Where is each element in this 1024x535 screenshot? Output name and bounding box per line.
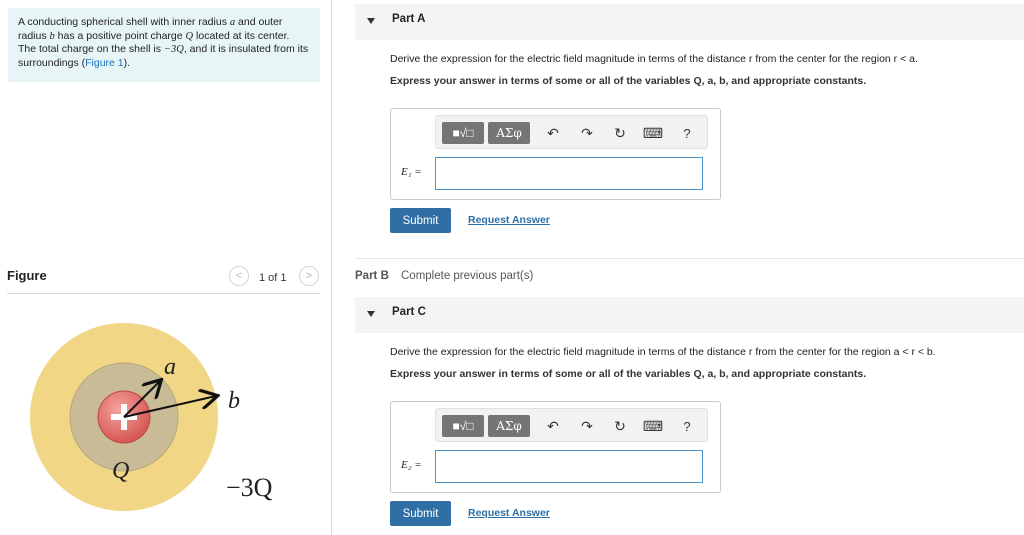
problem-text-1: A conducting spherical shell with inner … xyxy=(18,16,230,28)
redo-icon[interactable]: ↷ xyxy=(576,415,598,437)
help-icon[interactable]: ? xyxy=(676,122,698,144)
undo-icon[interactable]: ↶ xyxy=(542,122,564,144)
figure-header: Figure < 1 of 1 > xyxy=(7,264,320,294)
reset-icon[interactable]: ↻ xyxy=(609,415,631,437)
undo-icon[interactable]: ↶ xyxy=(542,415,564,437)
problem-text-6: ). xyxy=(123,56,131,69)
keyboard-icon[interactable]: ⌨ xyxy=(642,122,664,144)
column-divider xyxy=(331,0,332,535)
figure-link[interactable]: Figure 1 xyxy=(85,57,124,69)
label-a: a xyxy=(164,354,176,380)
part-c-label: Part C xyxy=(392,306,426,318)
part-a-header[interactable]: Part A xyxy=(355,4,1024,40)
keyboard-icon[interactable]: ⌨ xyxy=(642,415,664,437)
part-c-header[interactable]: Part C xyxy=(355,297,1024,333)
part-b-label: Part B xyxy=(355,270,389,282)
part-a-request-answer-link[interactable]: Request Answer xyxy=(468,214,550,226)
label-shell-charge: −3Q xyxy=(226,473,273,502)
reset-icon[interactable]: ↻ xyxy=(609,122,631,144)
part-c-request-answer-link[interactable]: Request Answer xyxy=(468,507,550,519)
part-c-answer-panel: ■√□ ΑΣφ ↶ ↷ ↻ ⌨ ? E₂ = xyxy=(390,401,721,493)
templates-button[interactable]: ■√□ xyxy=(442,415,484,437)
part-a-answer-panel: ■√□ ΑΣφ ↶ ↷ ↻ ⌨ ? E₁ = xyxy=(390,108,721,200)
pager-text: 1 of 1 xyxy=(259,272,287,284)
greek-symbols-button[interactable]: ΑΣφ xyxy=(488,415,530,437)
part-c-instruction: Express your answer in terms of some or … xyxy=(390,368,867,380)
e2-label: E₂ = xyxy=(401,459,422,471)
collapse-caret-icon[interactable] xyxy=(367,18,375,24)
pager-next-button[interactable]: > xyxy=(299,266,319,286)
shell-charge-expr: −3Q xyxy=(163,44,184,55)
greek-symbols-button[interactable]: ΑΣφ xyxy=(488,122,530,144)
part-a-question: Derive the expression for the electric f… xyxy=(390,53,918,65)
figure-title: Figure xyxy=(7,268,47,283)
figure-diagram: a b Q −3Q xyxy=(30,323,273,511)
math-toolbar: ■√□ ΑΣφ ↶ ↷ ↻ ⌨ ? xyxy=(435,408,708,442)
e1-answer-input[interactable] xyxy=(435,157,703,190)
part-c-question: Derive the expression for the electric f… xyxy=(390,346,936,358)
pager-prev-button[interactable]: < xyxy=(229,266,249,286)
problem-statement: A conducting spherical shell with inner … xyxy=(8,8,320,82)
label-b: b xyxy=(228,388,240,414)
part-c-submit-button[interactable]: Submit xyxy=(390,501,451,526)
part-a-submit-button[interactable]: Submit xyxy=(390,208,451,233)
help-icon[interactable]: ? xyxy=(676,415,698,437)
math-toolbar: ■√□ ΑΣφ ↶ ↷ ↻ ⌨ ? xyxy=(435,115,708,149)
var-q: Q xyxy=(185,30,194,42)
redo-icon[interactable]: ↷ xyxy=(576,122,598,144)
templates-button[interactable]: ■√□ xyxy=(442,122,484,144)
problem-text-3: has a positive point charge xyxy=(54,29,186,42)
part-a-instruction: Express your answer in terms of some or … xyxy=(390,75,867,87)
part-a-label: Part A xyxy=(392,13,426,25)
e2-answer-input[interactable] xyxy=(435,450,703,483)
label-q: Q xyxy=(112,458,129,484)
part-b-status: Complete previous part(s) xyxy=(401,270,534,282)
collapse-caret-icon[interactable] xyxy=(367,311,375,317)
e1-label: E₁ = xyxy=(401,166,422,178)
part-b-header[interactable]: Part B Complete previous part(s) xyxy=(355,258,1024,294)
